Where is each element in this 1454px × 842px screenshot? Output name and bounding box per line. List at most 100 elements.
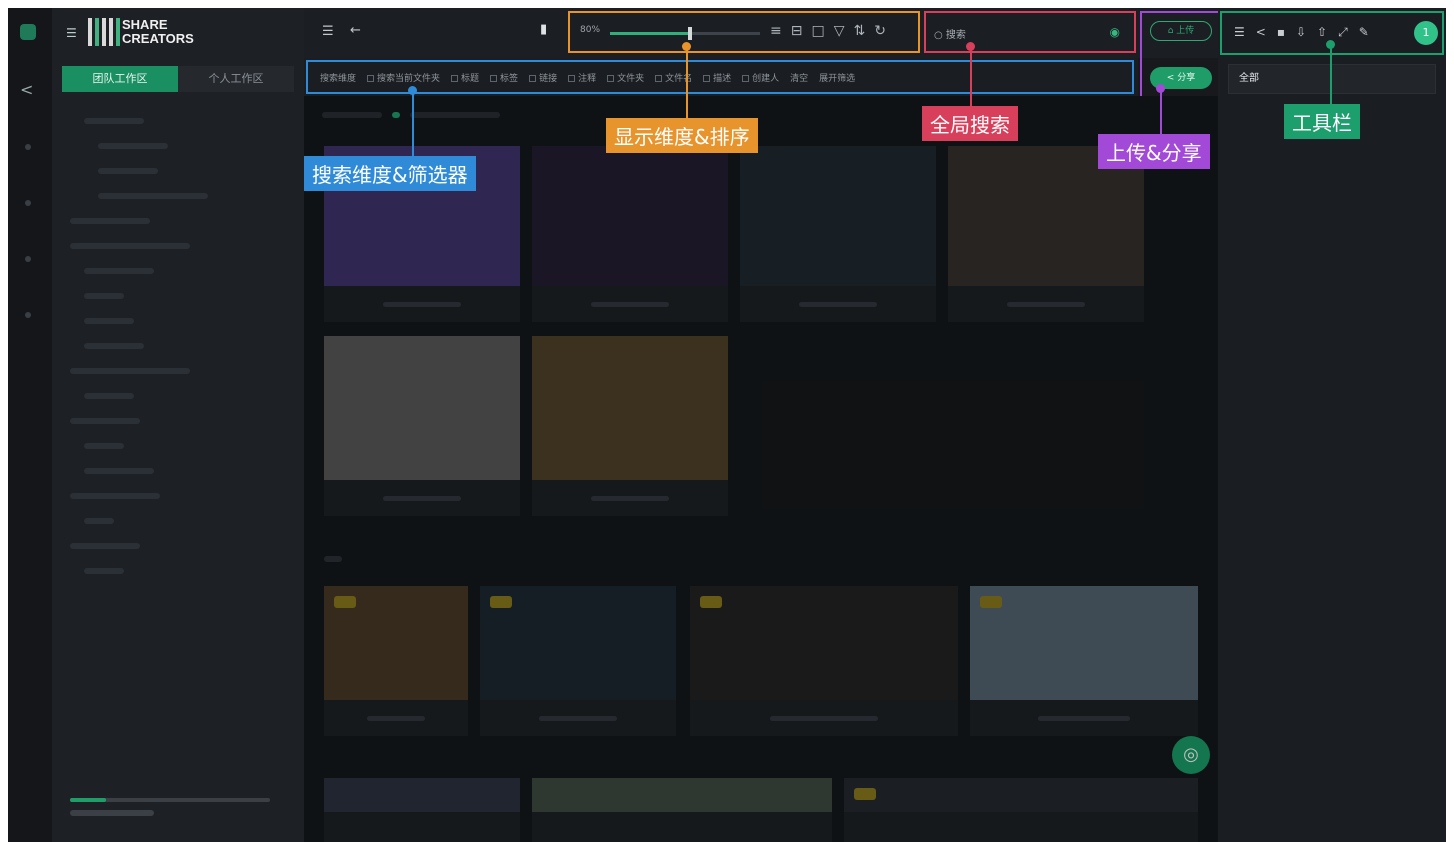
filter-item[interactable]: 注释	[568, 71, 596, 84]
folder-tree-item[interactable]	[62, 508, 294, 533]
bookmark-icon[interactable]: ▪	[1277, 25, 1285, 40]
folder-tree-item[interactable]	[62, 533, 294, 558]
folder-tree-item[interactable]	[62, 433, 294, 458]
checkbox-icon[interactable]	[490, 74, 498, 82]
asset-card[interactable]	[324, 336, 520, 516]
display-sort-controls: 80% ≡ ⊟ □ ▽ ⇅ ↻	[568, 11, 920, 53]
nav-dot-icon[interactable]	[25, 256, 31, 262]
folder-tree-item[interactable]	[62, 183, 294, 208]
checkbox-icon[interactable]	[529, 74, 537, 82]
asset-card[interactable]	[740, 146, 936, 322]
folder-tree-item[interactable]	[62, 233, 294, 258]
asset-card[interactable]	[844, 778, 1198, 842]
refresh-icon[interactable]: ↻	[874, 23, 886, 39]
asset-card[interactable]	[324, 586, 468, 736]
asset-card[interactable]	[324, 778, 520, 842]
checkbox-icon[interactable]	[607, 74, 615, 82]
filter-item[interactable]: 链接	[529, 71, 557, 84]
folder-tree-item[interactable]	[62, 408, 294, 433]
folder-tree-item[interactable]	[62, 283, 294, 308]
filter-item[interactable]: 标签	[490, 71, 518, 84]
filter-label: 搜索维度	[320, 73, 357, 84]
filter-item[interactable]: 展开筛选	[819, 71, 855, 84]
bar-chart-icon[interactable]: ▮	[540, 22, 547, 37]
folder-tree-item[interactable]	[62, 483, 294, 508]
filter-item[interactable]: 清空	[790, 71, 808, 84]
folder-tree-item[interactable]	[62, 258, 294, 283]
avatar[interactable]: 1	[1414, 21, 1438, 45]
download-icon[interactable]: ⇩	[1296, 25, 1306, 40]
upload-icon[interactable]: ⇧	[1317, 25, 1327, 40]
toolbar-icons: ☰ < ▪ ⇩ ⇧ ⤢ ✎	[1234, 25, 1369, 40]
upload-share-controls: ⌂ 上传 < 分享	[1140, 11, 1220, 101]
search-filters: 搜索维度 搜索当前文件夹 标题 标签 链接 注释 文件夹 文件名 描述 创建人 清空 展开筛选	[306, 60, 1134, 94]
asset-card[interactable]	[532, 146, 728, 322]
folder-tree-item[interactable]	[62, 458, 294, 483]
filter-item[interactable]: 描述	[703, 71, 731, 84]
folder-tree-item[interactable]	[62, 208, 294, 233]
fullscreen-icon[interactable]: ⤢	[1338, 25, 1348, 40]
filter-item[interactable]: 搜索当前文件夹	[367, 71, 440, 84]
folder-view-icon[interactable]: ⊟	[791, 23, 803, 39]
filter-item[interactable]: 标题	[451, 71, 479, 84]
zoom-slider[interactable]	[610, 27, 760, 40]
folder-tree-item[interactable]	[62, 558, 294, 583]
sort-icon[interactable]: ⇅	[853, 23, 865, 39]
asset-card[interactable]	[532, 778, 832, 842]
list-toggle-icon[interactable]: ☰	[322, 24, 334, 39]
nav-dot-icon[interactable]	[25, 200, 31, 206]
checkbox-icon[interactable]	[451, 74, 459, 82]
callout-display-sort: 显示维度&排序	[606, 118, 758, 153]
folder-tree-item[interactable]	[62, 108, 294, 133]
filter-item[interactable]: 创建人	[742, 71, 779, 84]
logo: SHARE CREATORS	[122, 18, 194, 46]
menu-icon[interactable]: ☰	[66, 26, 77, 40]
sidebar-header: ☰ SHARE CREATORS	[52, 8, 304, 58]
tab-personal-workspace[interactable]: 个人工作区	[178, 66, 294, 92]
nav-dot-icon[interactable]	[25, 312, 31, 318]
asset-grid: ◎	[304, 96, 1218, 842]
feedback-button[interactable]: ◎	[1172, 736, 1210, 774]
format-badge	[490, 596, 512, 608]
camera-icon[interactable]: ◉	[1110, 25, 1120, 39]
filter-item[interactable]: 搜索维度	[320, 71, 356, 84]
list-view-icon[interactable]: ≡	[770, 23, 782, 39]
asset-card[interactable]	[690, 586, 958, 736]
storage-usage-bar	[70, 798, 270, 802]
grid-view-icon[interactable]: □	[811, 23, 824, 39]
checkbox-icon[interactable]	[655, 74, 663, 82]
asset-card[interactable]	[480, 586, 676, 736]
upload-button[interactable]: ⌂ 上传	[1150, 21, 1212, 41]
folder-tree-item[interactable]	[62, 308, 294, 333]
zoom-slider-thumb[interactable]	[688, 27, 692, 40]
collapse-icon[interactable]: <	[20, 80, 33, 99]
asset-card[interactable]	[970, 586, 1198, 736]
asset-thumbnail	[532, 778, 832, 812]
folder-tree-item[interactable]	[62, 158, 294, 183]
filter-item[interactable]: 文件夹	[607, 71, 644, 84]
share-icon[interactable]: <	[1256, 25, 1266, 40]
folder-tree-item[interactable]	[62, 358, 294, 383]
back-arrow-icon[interactable]: ←	[350, 23, 361, 38]
asset-thumbnail	[324, 336, 520, 480]
home-icon[interactable]	[20, 24, 36, 40]
global-search-input[interactable]: ○ 搜索 ◉	[934, 23, 1124, 43]
nav-dot-icon[interactable]	[25, 144, 31, 150]
checkbox-icon[interactable]	[742, 74, 750, 82]
tab-team-workspace[interactable]: 团队工作区	[62, 66, 178, 92]
checkbox-icon[interactable]	[367, 74, 375, 82]
checkbox-icon[interactable]	[568, 74, 576, 82]
asset-card[interactable]	[948, 146, 1144, 322]
filter-label: 标签	[500, 73, 519, 84]
folder-tree	[62, 108, 294, 583]
folder-tree-item[interactable]	[62, 133, 294, 158]
folder-tree-item[interactable]	[62, 333, 294, 358]
scope-select[interactable]: 全部	[1228, 64, 1436, 94]
menu-icon[interactable]: ☰	[1234, 25, 1245, 40]
asset-card[interactable]	[532, 336, 728, 516]
checkbox-icon[interactable]	[703, 74, 711, 82]
filter-icon[interactable]: ▽	[834, 23, 845, 39]
edit-icon[interactable]: ✎	[1359, 25, 1369, 40]
callout-search-filters: 搜索维度&筛选器	[304, 156, 476, 191]
folder-tree-item[interactable]	[62, 383, 294, 408]
